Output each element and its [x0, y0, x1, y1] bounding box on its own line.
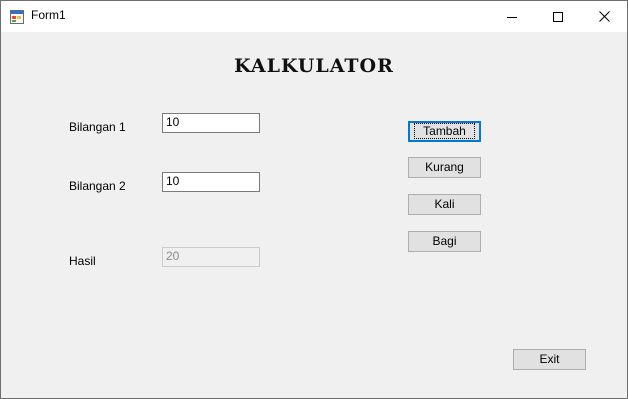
title-bar[interactable]: Form1 — [1, 1, 627, 32]
close-icon — [598, 11, 610, 22]
hasil-label: Hasil — [69, 254, 96, 268]
tambah-button-label: Tambah — [414, 123, 475, 139]
hasil-output: 20 — [162, 247, 260, 267]
kurang-button[interactable]: Kurang — [408, 157, 481, 178]
form1-window: Form1 KALKULATOR Bilangan 1 10 Bilangan … — [0, 0, 628, 399]
bilangan1-label: Bilangan 1 — [69, 120, 126, 134]
bilangan1-input[interactable]: 10 — [162, 113, 260, 133]
maximize-button[interactable] — [535, 1, 581, 32]
window-title: Form1 — [31, 8, 66, 22]
bagi-button[interactable]: Bagi — [408, 231, 481, 252]
bilangan2-input[interactable]: 10 — [162, 172, 260, 192]
exit-button[interactable]: Exit — [513, 349, 586, 370]
tambah-button[interactable]: Tambah — [408, 121, 481, 142]
kali-button[interactable]: Kali — [408, 194, 481, 215]
app-icon — [10, 9, 24, 24]
close-button[interactable] — [581, 1, 627, 32]
maximize-icon — [553, 11, 563, 22]
page-title: KALKULATOR — [234, 55, 394, 77]
minimize-button[interactable] — [489, 1, 535, 32]
minimize-icon — [507, 16, 517, 18]
bilangan2-label: Bilangan 2 — [69, 179, 126, 193]
